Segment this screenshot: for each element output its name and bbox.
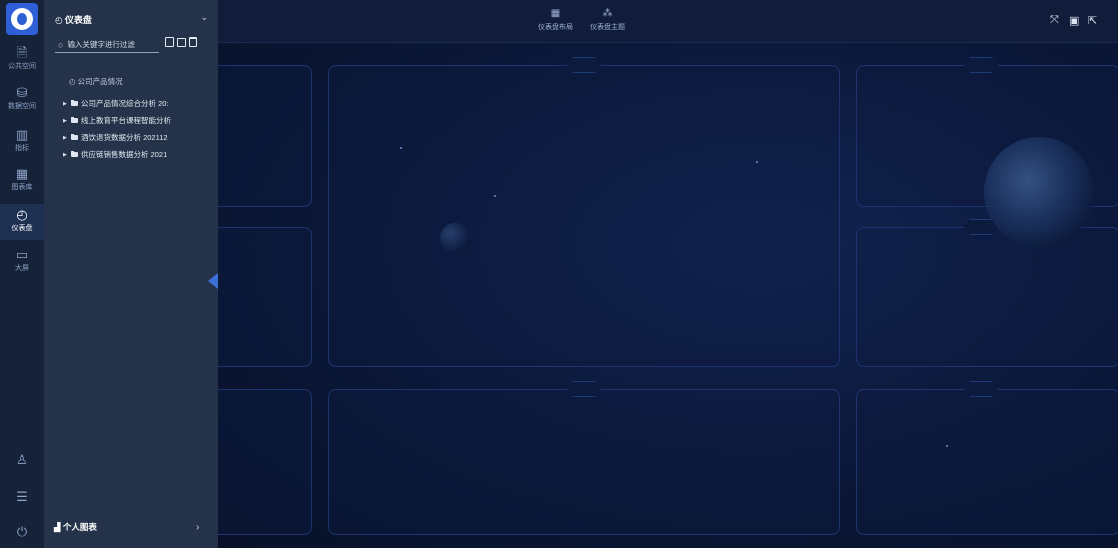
collapse-panel-handle[interactable] [208, 273, 218, 289]
layout-label: 仪表盘布局 [538, 24, 573, 31]
power-icon[interactable]: ⏻ [0, 524, 44, 540]
footer-label: 个人图表 [62, 522, 97, 532]
dashboard-tree: ◴ 公司产品情况 ▶ 公司产品情况综合分析 20: ▶ 线上教育平台课程智能分析 ▶… [63, 76, 218, 163]
caret-right-icon[interactable]: ▶ [63, 101, 71, 107]
panel-title: ◴ 仪表盘 [55, 13, 92, 26]
rail-item-data-space[interactable]: ⛁ 数据空间 [0, 86, 44, 118]
new-folder-icon[interactable] [177, 38, 186, 47]
chart-icon: ▟ [54, 522, 61, 532]
frame-tab [963, 57, 999, 73]
star-decoration [946, 445, 948, 447]
gauge-icon: ◴ [16, 207, 28, 222]
moon-decoration [440, 223, 470, 253]
star-decoration [400, 147, 402, 149]
chart-library-icon: ▦ [15, 166, 29, 181]
tree-folder-row[interactable]: ▶ 酒饮退货数据分析 202112 [63, 129, 218, 146]
search-icon: ○ [58, 39, 64, 50]
tree-tools [165, 37, 197, 47]
user-icon[interactable]: ♙ [0, 452, 44, 468]
save-icon[interactable]: ▣ [1069, 14, 1079, 27]
tree-root-item[interactable]: ◴ 公司产品情况 [69, 76, 218, 87]
logo-mark [11, 8, 33, 30]
search-input[interactable] [67, 40, 152, 49]
new-file-icon[interactable] [165, 37, 174, 47]
dashboard-layout-button[interactable]: ▦ 仪表盘布局 [538, 8, 573, 32]
caret-right-icon[interactable]: ▶ [63, 118, 71, 124]
nav-rail: 🗎 公共空间 ⛁ 数据空间 ▥ 指标 ▦ 图表库 ◴ 仪表盘 ▭ 大屏 ♙ ☰ … [0, 0, 44, 548]
personal-charts-footer[interactable]: ▟ 个人图表 [54, 521, 97, 533]
rail-item-dashboard[interactable]: ◴ 仪表盘 [0, 204, 44, 240]
rail-item-label: 数据空间 [8, 103, 36, 110]
widget-frame[interactable] [328, 389, 840, 535]
tree-folder-row[interactable]: ▶ 线上教育平台课程智能分析 [63, 112, 218, 129]
rail-item-label: 仪表盘 [11, 225, 33, 232]
share-icon[interactable]: ⇱ [1088, 14, 1097, 27]
caret-right-icon[interactable]: ▶ [63, 152, 71, 158]
caret-right-icon[interactable]: ▶ [63, 135, 71, 141]
tree-folder-label: 线上教育平台课程智能分析 [81, 116, 171, 125]
frame-tab [566, 57, 602, 73]
widget-frame[interactable] [218, 227, 312, 367]
settings-sliders-icon[interactable]: ☰ [0, 489, 44, 505]
tree-folder-label: 酒饮退货数据分析 202112 [81, 133, 168, 142]
planet-decoration [984, 137, 1094, 247]
rail-item-label: 大屏 [15, 265, 29, 272]
dashboard-canvas[interactable] [218, 43, 1118, 548]
folder-icon [71, 151, 78, 157]
folder-icon [71, 117, 78, 123]
tree-folder-row[interactable]: ▶ 供应链销售数据分析 2021 [63, 146, 218, 163]
database-icon: ⛁ [16, 85, 28, 100]
dashboard-theme-button[interactable]: ⁂ 仪表盘主题 [590, 8, 625, 32]
rail-item-metrics[interactable]: ▥ 指标 [0, 128, 44, 160]
widget-frame[interactable] [218, 389, 312, 535]
chevron-down-icon[interactable]: ⌄ [200, 12, 208, 23]
widget-frame[interactable] [856, 227, 1118, 367]
search-box: ○ [55, 37, 159, 53]
gauge-icon: ◴ [55, 15, 63, 25]
folder-icon [71, 100, 78, 106]
panel-title-text: 仪表盘 [64, 15, 92, 25]
fullscreen-icon[interactable]: ⤧ [1050, 14, 1059, 27]
document-icon: 🗎 [16, 45, 28, 60]
frame-tab [566, 381, 602, 397]
app-logo[interactable] [6, 3, 38, 35]
tree-folder-row[interactable]: ▶ 公司产品情况综合分析 20: [63, 95, 218, 112]
theme-sparkle-icon: ⁂ [602, 8, 613, 19]
rail-item-big-screen[interactable]: ▭ 大屏 [0, 248, 44, 280]
tree-folder-label: 供应链销售数据分析 2021 [81, 150, 168, 159]
monitor-icon: ▭ [15, 247, 29, 262]
folder-icon [71, 134, 78, 140]
rail-item-label: 公共空间 [8, 63, 36, 70]
rail-item-chart-library[interactable]: ▦ 图表库 [0, 167, 44, 199]
widget-frame[interactable] [218, 65, 312, 207]
frame-tab [963, 381, 999, 397]
trash-icon[interactable] [189, 37, 197, 47]
layout-grid-icon: ▦ [550, 8, 561, 19]
dashboard-panel: ◴仪表盘 ⌄ ○ ◴ 公司产品情况 ▶ 公司产品情况综合分析 20: ▶ 线上教育平… [44, 0, 218, 548]
bar-chart-icon: ▥ [15, 127, 29, 142]
widget-frame[interactable] [856, 389, 1118, 535]
theme-label: 仪表盘主题 [590, 24, 625, 31]
star-decoration [494, 195, 496, 197]
chevron-right-icon[interactable]: › [196, 522, 199, 533]
star-decoration [756, 161, 758, 163]
rail-item-label: 图表库 [11, 184, 33, 191]
top-toolbar: ▦ 仪表盘布局 ⁂ 仪表盘主题 ⤧ ▣ ⇱ [218, 0, 1118, 43]
tree-folder-label: 公司产品情况综合分析 20: [81, 99, 169, 108]
rail-item-public-space[interactable]: 🗎 公共空间 [0, 46, 44, 78]
widget-frame[interactable] [328, 65, 840, 367]
rail-item-label: 指标 [15, 145, 29, 152]
